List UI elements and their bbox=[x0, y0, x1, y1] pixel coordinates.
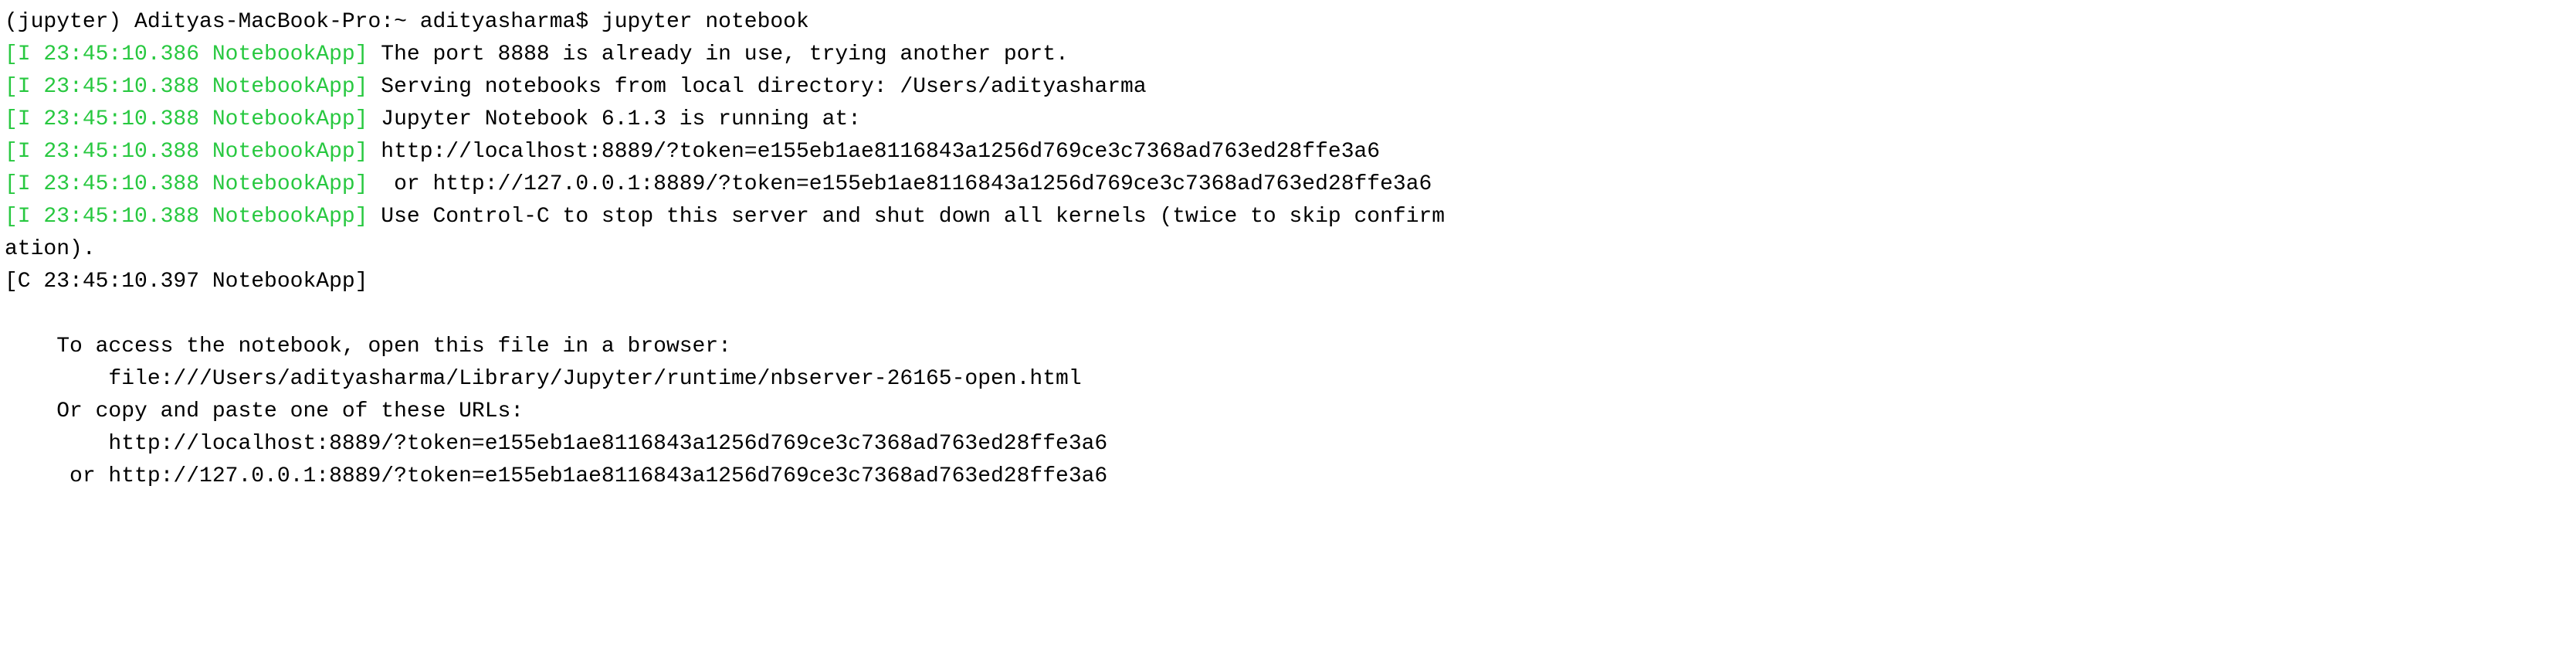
log-message: or http://127.0.0.1:8889/?token=e155eb1a… bbox=[368, 172, 1432, 196]
log-prefix: [I 23:45:10.388 NotebookApp] bbox=[5, 205, 368, 229]
shell-prompt: (jupyter) Adityas-MacBook-Pro:~ adityash… bbox=[5, 10, 602, 34]
body-line: file:///Users/adityasharma/Library/Jupyt… bbox=[5, 367, 1082, 391]
log-message: Serving notebooks from local directory: … bbox=[368, 75, 1146, 99]
log-prefix: [I 23:45:10.388 NotebookApp] bbox=[5, 75, 368, 99]
body-line: To access the notebook, open this file i… bbox=[5, 335, 731, 358]
log-prefix: [I 23:45:10.388 NotebookApp] bbox=[5, 140, 368, 164]
log-prefix-critical: [C 23:45:10.397 NotebookApp] bbox=[5, 270, 368, 294]
log-message: http://localhost:8889/?token=e155eb1ae81… bbox=[368, 140, 1380, 164]
log-message: Use Control-C to stop this server and sh… bbox=[368, 205, 1445, 229]
log-message-wrap: ation). bbox=[5, 237, 96, 261]
log-message bbox=[368, 270, 381, 294]
log-prefix: [I 23:45:10.388 NotebookApp] bbox=[5, 172, 368, 196]
log-prefix: [I 23:45:10.386 NotebookApp] bbox=[5, 42, 368, 66]
terminal-output: (jupyter) Adityas-MacBook-Pro:~ adityash… bbox=[0, 0, 2576, 499]
command-text: jupyter notebook bbox=[602, 10, 809, 34]
body-line: http://localhost:8889/?token=e155eb1ae81… bbox=[5, 432, 1107, 456]
log-prefix: [I 23:45:10.388 NotebookApp] bbox=[5, 107, 368, 131]
log-message: Jupyter Notebook 6.1.3 is running at: bbox=[368, 107, 861, 131]
body-line: Or copy and paste one of these URLs: bbox=[5, 399, 524, 423]
body-line: or http://127.0.0.1:8889/?token=e155eb1a… bbox=[5, 464, 1107, 488]
log-message: The port 8888 is already in use, trying … bbox=[368, 42, 1068, 66]
